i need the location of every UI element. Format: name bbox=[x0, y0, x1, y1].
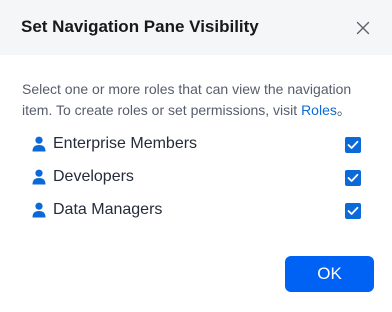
role-item-enterprise-members: Enterprise Members bbox=[0, 130, 392, 158]
description-suffix: 。 bbox=[336, 102, 351, 118]
ok-button[interactable]: OK bbox=[285, 256, 374, 292]
user-icon bbox=[32, 169, 46, 185]
checkmark-icon bbox=[347, 173, 359, 182]
user-icon bbox=[32, 202, 46, 218]
role-item-data-managers: Data Managers bbox=[0, 196, 392, 224]
checkmark-icon bbox=[347, 206, 359, 215]
role-checkbox-enterprise-members[interactable] bbox=[345, 137, 361, 153]
roles-link[interactable]: Roles bbox=[301, 102, 337, 118]
role-checkbox-data-managers[interactable] bbox=[345, 203, 361, 219]
dialog-header: Set Navigation Pane Visibility bbox=[0, 0, 392, 55]
visibility-dialog: Set Navigation Pane Visibility Select on… bbox=[0, 0, 392, 312]
close-icon bbox=[356, 21, 370, 35]
dialog-description: Select one or more roles that can view t… bbox=[22, 79, 374, 121]
role-item-developers: Developers bbox=[0, 163, 392, 191]
role-label: Enterprise Members bbox=[53, 135, 198, 152]
role-label: Developers bbox=[53, 168, 134, 185]
role-label: Data Managers bbox=[53, 201, 163, 218]
checkmark-icon bbox=[347, 140, 359, 149]
dialog-title: Set Navigation Pane Visibility bbox=[21, 17, 259, 36]
close-button[interactable] bbox=[352, 17, 374, 39]
user-icon bbox=[32, 136, 46, 152]
role-checkbox-developers[interactable] bbox=[345, 170, 361, 186]
